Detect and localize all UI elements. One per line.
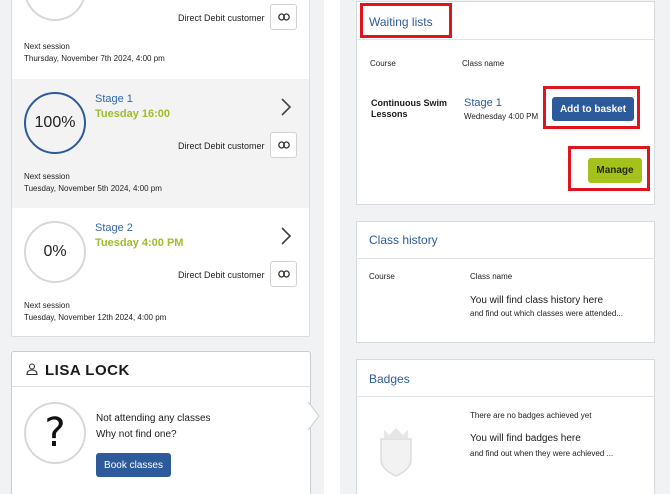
course-column-header: Course: [370, 59, 396, 68]
highlight-box: [360, 3, 452, 38]
payment-label: Direct Debit customer: [178, 141, 265, 151]
payment-label: Direct Debit customer: [178, 13, 265, 23]
person-icon: [26, 363, 38, 375]
class-stage-link[interactable]: Stage 2: [95, 222, 133, 234]
next-session-label: Next session: [24, 301, 70, 310]
empty-state-subtitle: and find out which classes were attended…: [470, 309, 623, 318]
no-badges-text: There are no badges achieved yet: [470, 411, 592, 420]
next-session-value: Tuesday, November 12th 2024, 4:00 pm: [24, 313, 167, 322]
empty-state-title: You will find class history here: [470, 295, 604, 306]
empty-state-title: You will find badges here: [470, 433, 581, 444]
class-time: Tuesday 4:00 PM: [95, 237, 184, 249]
classes-panel: Direct Debit customer Next session Thurs…: [11, 0, 310, 337]
badge-shield-icon: [380, 428, 412, 477]
class-card[interactable]: 100% Stage 1 Tuesday 16:00 Direct Debit …: [12, 79, 309, 208]
class-name-column-header: Class name: [470, 272, 513, 281]
member-panel: LISA LOCK ? Not attending any classes Wh…: [11, 351, 311, 494]
next-session-label: Next session: [24, 172, 70, 181]
next-session-label: Next session: [24, 42, 70, 51]
class-card: Direct Debit customer Next session Thurs…: [12, 0, 309, 79]
find-class-text: Why not find one?: [96, 429, 177, 440]
payment-label: Direct Debit customer: [178, 270, 265, 280]
panel-pointer-icon: [308, 402, 320, 430]
highlight-box: [568, 146, 650, 191]
link-button[interactable]: [270, 261, 297, 287]
link-icon: [277, 141, 290, 149]
progress-ring: 100%: [24, 92, 86, 154]
highlight-box: [543, 86, 640, 129]
link-button[interactable]: [270, 132, 297, 158]
class-time: Tuesday 16:00: [95, 108, 171, 120]
card-divider: [357, 258, 654, 259]
member-name: LISA LOCK: [45, 362, 130, 379]
class-stage-link[interactable]: Stage 1: [95, 93, 133, 105]
class-card[interactable]: 0% Stage 2 Tuesday 4:00 PM Direct Debit …: [12, 208, 309, 336]
next-session-value: Thursday, November 7th 2024, 4:00 pm: [24, 54, 165, 63]
next-session-value: Tuesday, November 5th 2024, 4:00 pm: [24, 184, 162, 193]
course-name: Continuous Swim Lessons: [371, 98, 447, 119]
badges-card: Badges There are no badges achieved yet …: [356, 359, 655, 494]
class-history-card: Class history Course Class name You will…: [356, 221, 655, 343]
empty-state-subtitle: and find out when they were achieved ...: [470, 449, 614, 458]
not-attending-text: Not attending any classes: [96, 413, 211, 424]
question-mark-icon: ?: [24, 402, 86, 464]
link-icon: [277, 270, 290, 278]
class-schedule: Wednesday 4:00 PM: [464, 112, 539, 121]
chevron-right-icon[interactable]: [278, 226, 294, 246]
column-divider: [324, 0, 340, 494]
class-name-link[interactable]: Stage 1: [464, 97, 502, 109]
link-button[interactable]: [270, 4, 297, 30]
class-name-column-header: Class name: [462, 59, 505, 68]
chevron-right-icon[interactable]: [278, 97, 294, 117]
class-history-title: Class history: [369, 233, 438, 247]
progress-ring: 0%: [24, 221, 86, 283]
book-classes-button[interactable]: Book classes: [96, 453, 171, 477]
member-header: LISA LOCK: [12, 352, 310, 387]
course-column-header: Course: [369, 272, 395, 281]
card-divider: [357, 39, 654, 40]
link-icon: [277, 13, 290, 21]
badges-title: Badges: [369, 372, 410, 386]
progress-ring: [24, 0, 86, 21]
card-divider: [357, 396, 654, 397]
